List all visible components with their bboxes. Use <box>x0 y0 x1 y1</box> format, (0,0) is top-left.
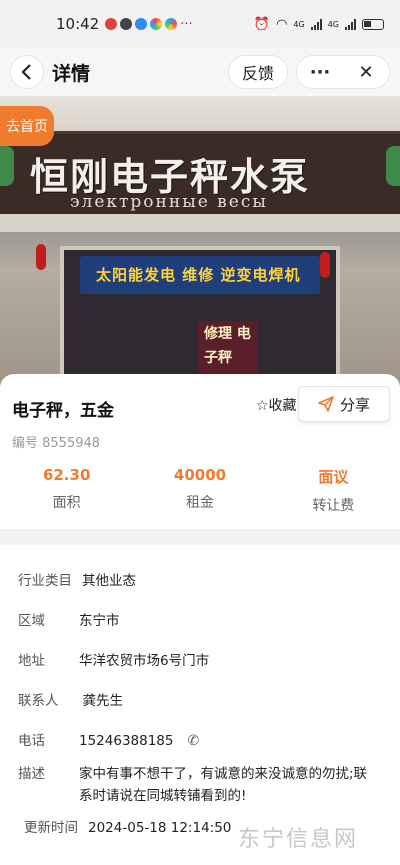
plant-decoration <box>0 146 14 186</box>
detail-value: 华洋农贸市场6号门市 <box>79 653 210 669</box>
detail-label: 更新时间 <box>24 820 78 836</box>
listing-card: 电子秤，五金 ☆收藏 分享 编号 8555948 62.30 面积 40000 … <box>0 374 400 529</box>
detail-label: 电话 <box>18 733 45 749</box>
app-icon <box>150 18 163 30</box>
status-time: 10:42 <box>56 15 100 33</box>
stat-value: 面议 <box>318 468 349 486</box>
signal-icon <box>345 18 356 30</box>
page-title: 详情 <box>52 62 91 85</box>
battery-icon <box>362 18 384 30</box>
lantern-decoration <box>320 252 330 278</box>
phone-icon[interactable]: ✆ <box>187 730 199 752</box>
alarm-icon: ⏰ <box>253 16 271 32</box>
stat-rent: 40000 租金 <box>133 466 266 515</box>
signal-label-2: 4G <box>327 19 339 29</box>
detail-label: 行业类目 <box>18 573 72 589</box>
shop-sign-subtext: электронные весы <box>70 192 268 212</box>
capsule-menu: ··· ✕ <box>296 55 390 89</box>
detail-row-description: 描述 家中有事不想干了，有诚意的来没诚意的勿扰;联 系时请说在同城转铺看到的! <box>0 763 400 807</box>
listing-id: 编号 8555948 <box>12 436 101 451</box>
scale-banner-text: 修理 电子秤 <box>204 326 251 366</box>
back-button[interactable] <box>10 55 44 89</box>
stat-area: 62.30 面积 <box>0 466 133 515</box>
send-icon <box>318 396 334 412</box>
shop-photo[interactable]: 恒刚电子秤水泵 электронные весы 太阳能发电 维修 逆变电焊机 … <box>0 96 400 386</box>
lantern-decoration <box>36 244 46 270</box>
wifi-icon: ◠ <box>276 16 288 32</box>
share-label: 分享 <box>339 395 370 414</box>
description-line-1: 家中有事不想干了，有诚意的来没诚意的勿扰;联 <box>79 766 368 782</box>
stat-value: 62.30 <box>42 466 91 484</box>
nav-actions: 反馈 ··· ✕ <box>227 55 390 89</box>
stat-label: 面积 <box>52 495 81 511</box>
detail-value: 家中有事不想干了，有诚意的来没诚意的勿扰;联 系时请说在同城转铺看到的! <box>79 763 379 807</box>
detail-row-area: 区域 东宁市 <box>0 610 400 632</box>
detail-label: 区域 <box>18 613 45 629</box>
feedback-button[interactable]: 反馈 <box>227 55 288 89</box>
repair-banner-text: 太阳能发电 维修 逆变电焊机 <box>96 266 301 284</box>
phone-number[interactable]: 15246388185 <box>79 730 173 752</box>
go-home-button[interactable]: 去首页 <box>0 106 54 146</box>
nav-bar: 详情 反馈 ··· ✕ <box>0 48 400 96</box>
listing-stats: 62.30 面积 40000 租金 面议 转让费 <box>0 466 400 515</box>
detail-row-contact: 联系人 龚先生 <box>0 690 400 712</box>
detail-label: 联系人 <box>18 693 59 709</box>
page: 10:42 ··· ⏰ ◠ 4G 4G 详情 反馈 ··· ✕ 恒刚电子秤水泵 … <box>0 0 400 865</box>
chevron-left-icon <box>21 64 31 80</box>
close-button[interactable]: ✕ <box>343 62 389 83</box>
stat-label: 转让费 <box>312 498 355 514</box>
detail-label: 地址 <box>18 653 45 669</box>
detail-section: 行业类目 其他业态 区域 东宁市 地址 华洋农贸市场6号门市 联系人 龚先生 电… <box>0 545 400 865</box>
chat-icon <box>120 18 133 30</box>
detail-row-address: 地址 华洋农贸市场6号门市 <box>0 650 400 672</box>
sign-band <box>0 214 400 232</box>
listing-title: 电子秤，五金 <box>12 401 114 421</box>
detail-row-industry: 行业类目 其他业态 <box>0 570 400 592</box>
app-icon <box>135 18 148 30</box>
more-notifications-icon: ··· <box>180 16 193 32</box>
watermark: 东宁信息网 <box>238 827 359 852</box>
status-bar: 10:42 ··· ⏰ ◠ 4G 4G <box>0 0 400 48</box>
stat-transfer-fee: 面议 转让费 <box>267 466 400 515</box>
signal-label-1: 4G <box>293 19 305 29</box>
detail-row-phone[interactable]: 电话 15246388185 ✆ <box>0 730 400 752</box>
status-right: ⏰ ◠ 4G 4G <box>254 17 384 32</box>
description-line-2: 系时请说在同城转铺看到的! <box>79 788 247 804</box>
detail-value: 龚先生 <box>82 693 124 709</box>
notification-icons: ··· <box>105 16 193 32</box>
plant-decoration <box>386 146 400 186</box>
signal-icon <box>310 18 322 30</box>
share-button[interactable]: 分享 <box>298 386 390 422</box>
app-icon <box>105 18 118 30</box>
detail-value: 2024-05-18 12:14:50 <box>88 820 232 836</box>
detail-value: 其他业态 <box>82 573 136 589</box>
stat-value: 40000 <box>173 466 227 484</box>
detail-value: 东宁市 <box>79 613 120 629</box>
detail-label: 描述 <box>18 766 45 782</box>
more-button[interactable]: ··· <box>297 62 343 83</box>
app-icon <box>165 18 178 30</box>
stat-label: 租金 <box>185 495 214 511</box>
favorite-button[interactable]: ☆收藏 <box>256 395 297 415</box>
